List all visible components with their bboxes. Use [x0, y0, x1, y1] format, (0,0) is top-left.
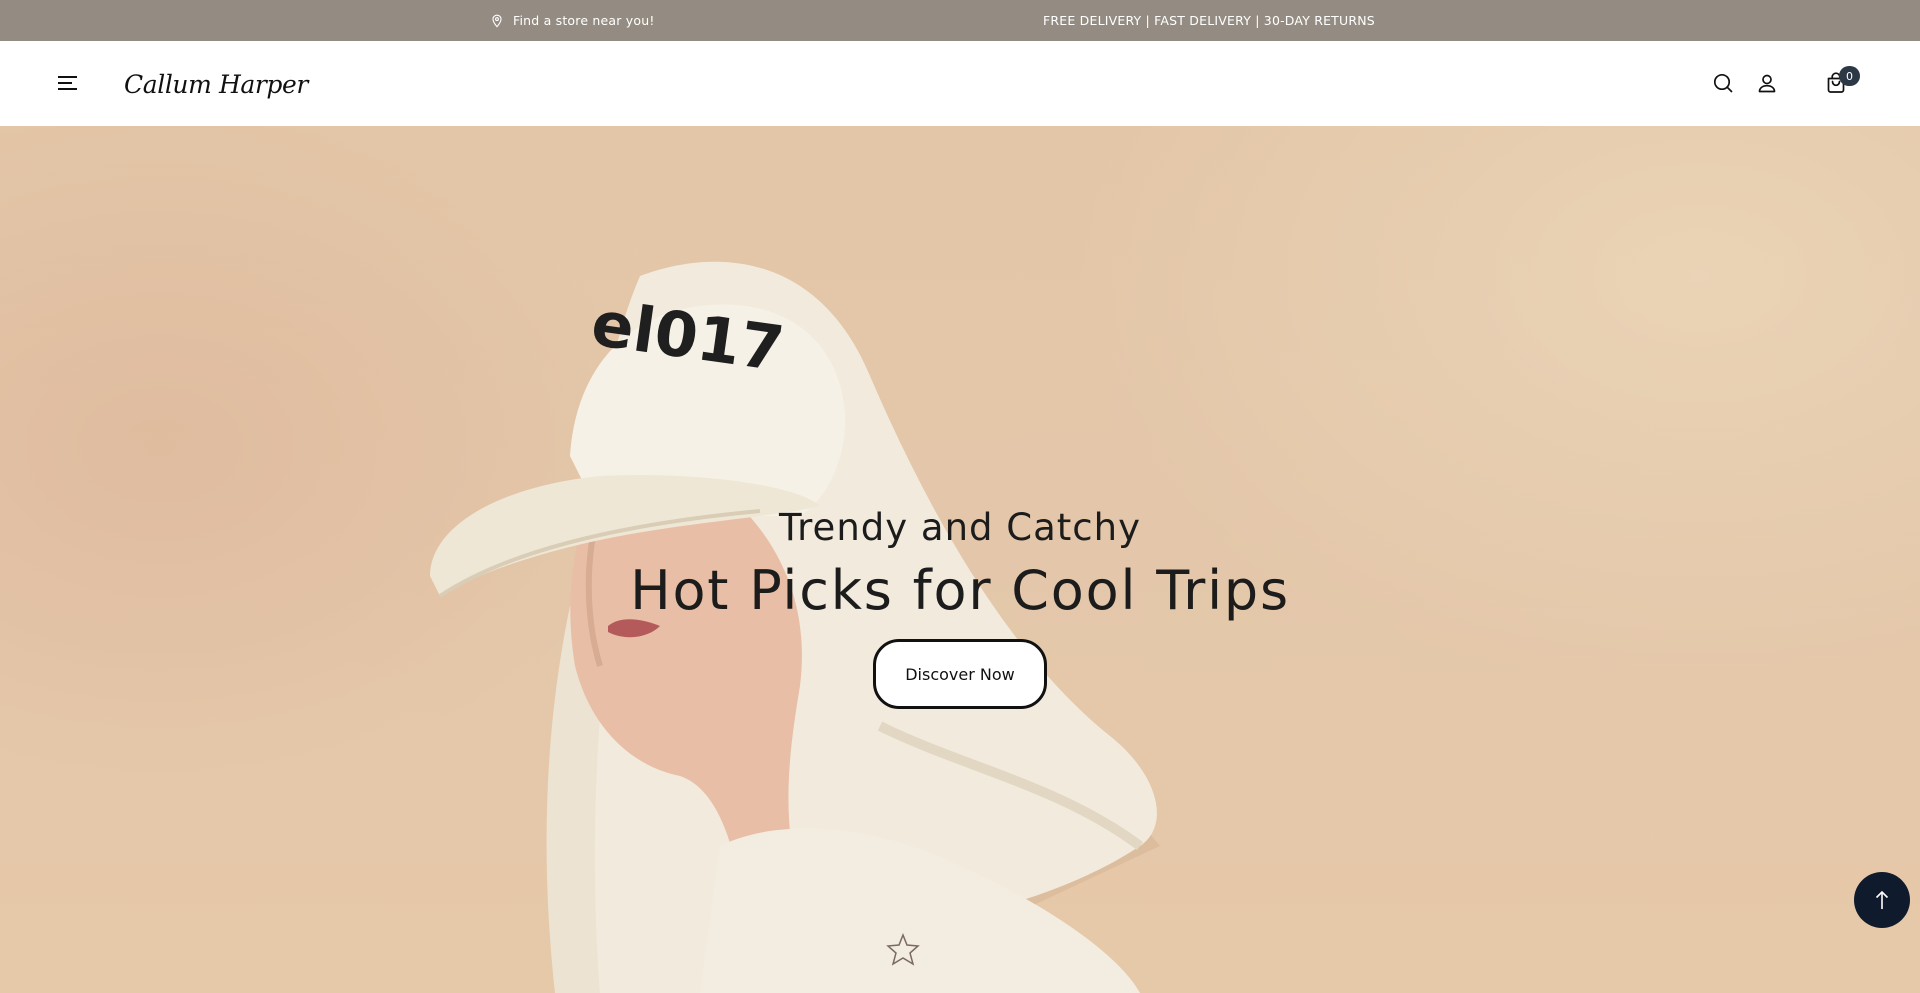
search-button[interactable] [1709, 69, 1737, 97]
hero-content: Trendy and Catchy Hot Picks for Cool Tri… [0, 126, 1920, 993]
discover-now-button[interactable]: Discover Now [873, 639, 1047, 709]
hamburger-menu-icon [58, 76, 77, 90]
search-icon [1713, 73, 1733, 93]
account-button[interactable] [1753, 69, 1781, 97]
hero-banner: el017 Trendy and Catchy Hot Picks for Co… [0, 126, 1920, 993]
hero-headline: Hot Picks for Cool Trips [630, 559, 1290, 622]
back-to-top-button[interactable] [1854, 872, 1910, 928]
site-header: Callum Harper 0 [0, 41, 1920, 126]
arrow-up-icon [1875, 890, 1889, 909]
announcement-bar: Find a store near you! FREE DELIVERY | F… [0, 0, 1920, 41]
delivery-message: FREE DELIVERY | FAST DELIVERY | 30-DAY R… [1043, 13, 1375, 28]
brand-logo[interactable]: Callum Harper [124, 65, 308, 103]
user-icon [1758, 74, 1776, 93]
cart-count-badge: 0 [1839, 66, 1860, 86]
menu-button[interactable] [58, 71, 80, 95]
find-store-label: Find a store near you! [513, 13, 655, 28]
map-pin-icon [492, 14, 502, 28]
hero-eyebrow: Trendy and Catchy [779, 506, 1141, 549]
find-store-link[interactable]: Find a store near you! [490, 0, 655, 41]
